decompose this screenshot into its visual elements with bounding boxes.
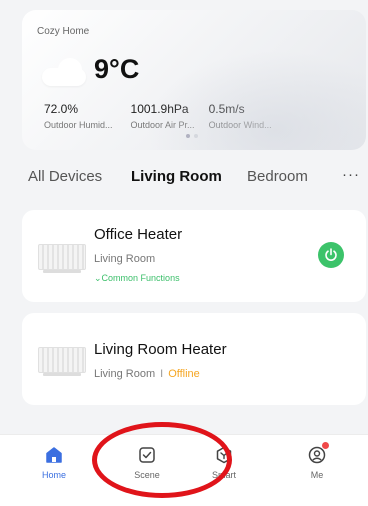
humidity-label: Outdoor Humid... — [44, 120, 113, 130]
device-card-living-room-heater[interactable]: Living Room Heater Living Room I Offline — [22, 313, 366, 405]
notification-badge — [322, 442, 329, 449]
profile-icon — [307, 442, 329, 465]
air-pressure-label: Outdoor Air Pr... — [130, 120, 195, 130]
power-icon — [325, 248, 337, 261]
heater-image — [38, 347, 86, 376]
weather-card[interactable]: Cozy Home 9°C 72.0% Outdoor Humid... 100… — [22, 10, 366, 150]
device-name: Office Heater — [94, 226, 183, 243]
carousel-dots — [186, 134, 202, 138]
nav-me-label: Me — [310, 470, 324, 480]
device-room: Living Room — [94, 253, 156, 265]
heater-image — [38, 244, 86, 273]
app-screen: Cozy Home 9°C 72.0% Outdoor Humid... 100… — [0, 0, 368, 506]
more-tabs-button[interactable]: ··· — [342, 166, 360, 183]
wind-label: Outdoor Wind... — [208, 120, 272, 130]
tab-living-room[interactable]: Living Room — [131, 168, 222, 185]
air-pressure-stat: 1001.9hPa Outdoor Air Pr... — [131, 102, 195, 130]
offline-status: Offline — [168, 368, 200, 380]
device-room-status: Living Room I Offline — [94, 368, 200, 380]
separator: I — [160, 368, 164, 380]
carousel-dot — [194, 134, 198, 138]
humidity-stat: 72.0% Outdoor Humid... — [44, 102, 113, 130]
cloud-icon — [42, 58, 88, 86]
wind-value: 0.5m/s — [208, 102, 245, 116]
device-room: Living Room — [94, 368, 156, 380]
wind-stat: 0.5m/s Outdoor Wind... — [209, 102, 272, 130]
power-button[interactable] — [318, 242, 344, 268]
humidity-value: 72.0% — [44, 102, 79, 116]
tab-all-devices[interactable]: All Devices — [28, 168, 102, 185]
home-icon — [44, 445, 64, 465]
nav-home-label: Home — [41, 470, 66, 480]
nav-home[interactable]: Home — [24, 445, 84, 480]
common-functions-toggle[interactable]: ⌄Common Functions — [94, 273, 180, 284]
weather-stats: 72.0% Outdoor Humid... 1001.9hPa Outdoor… — [44, 102, 286, 130]
nav-me[interactable]: Me — [287, 442, 347, 480]
carousel-dot-active — [186, 134, 190, 138]
device-name: Living Room Heater — [94, 341, 227, 358]
annotation-circle — [92, 422, 232, 498]
air-pressure-value: 1001.9hPa — [130, 102, 189, 116]
room-tabs: All Devices Living Room Bedroom ··· — [28, 166, 368, 192]
tab-bedroom[interactable]: Bedroom — [247, 168, 308, 185]
temperature: 9°C — [94, 54, 140, 84]
device-card-office-heater[interactable]: Office Heater Living Room ⌄Common Functi… — [22, 210, 366, 302]
home-name: Cozy Home — [37, 26, 90, 37]
